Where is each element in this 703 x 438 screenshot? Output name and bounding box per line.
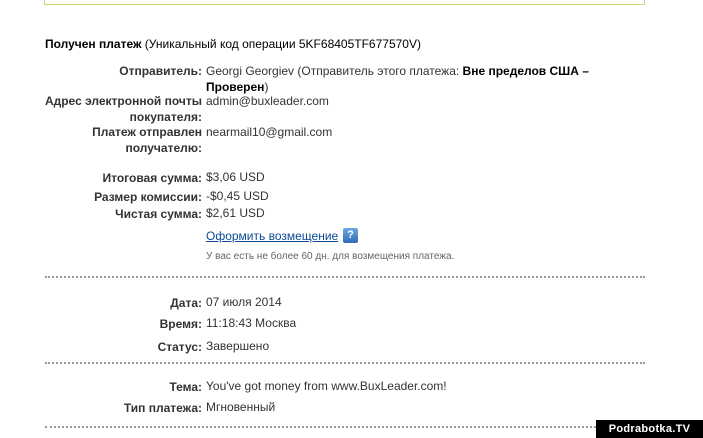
refund-note: У вас есть не более 60 дн. для возмещени…	[206, 251, 455, 262]
top-panel	[44, 0, 645, 5]
total-value: $3,06 USD	[206, 170, 265, 184]
date-label: Дата:	[170, 296, 202, 310]
help-icon[interactable]: ?	[343, 228, 358, 243]
payment-type-label: Тип платежа:	[123, 401, 202, 415]
fee-label: Размер комиссии:	[94, 190, 202, 204]
watermark-logo: Podrabotka.TV	[596, 420, 703, 438]
buyer-email-value: admin@buxleader.com	[206, 94, 329, 108]
fee-value: -$0,45 USD	[206, 189, 269, 203]
net-value: $2,61 USD	[206, 206, 265, 220]
sender-label: Отправитель:	[119, 64, 202, 78]
time-value: 11:18:43 Москва	[206, 316, 297, 330]
net-label: Чистая сумма:	[115, 207, 202, 221]
total-label: Итоговая сумма:	[102, 171, 202, 185]
status-label: Статус:	[157, 340, 202, 354]
divider-3	[45, 426, 600, 428]
recipient-value: nearmail10@gmail.com	[206, 125, 333, 139]
buyer-email-label: Адрес электронной почты покупателя:	[44, 94, 202, 124]
divider-1	[45, 276, 645, 278]
payment-type-value: Мгновенный	[206, 400, 276, 414]
divider-2	[45, 362, 645, 364]
refund-link[interactable]: Оформить возмещение	[206, 228, 338, 244]
payment-heading: Получен платеж (Уникальный код операции …	[45, 37, 421, 51]
sender-value: Georgi Georgiev (Отправитель этого плате…	[206, 64, 589, 94]
heading-title: Получен платеж	[45, 37, 142, 51]
subject-value: You've got money from www.BuxLeader.com!	[206, 379, 447, 393]
subject-label: Тема:	[169, 380, 202, 394]
time-label: Время:	[159, 317, 202, 331]
date-value: 07 июля 2014	[206, 295, 282, 309]
status-value: Завершено	[206, 339, 270, 353]
heading-transaction-id: (Уникальный код операции 5KF68405TF67757…	[141, 37, 421, 51]
recipient-label: Платеж отправлен получателю:	[92, 125, 202, 155]
